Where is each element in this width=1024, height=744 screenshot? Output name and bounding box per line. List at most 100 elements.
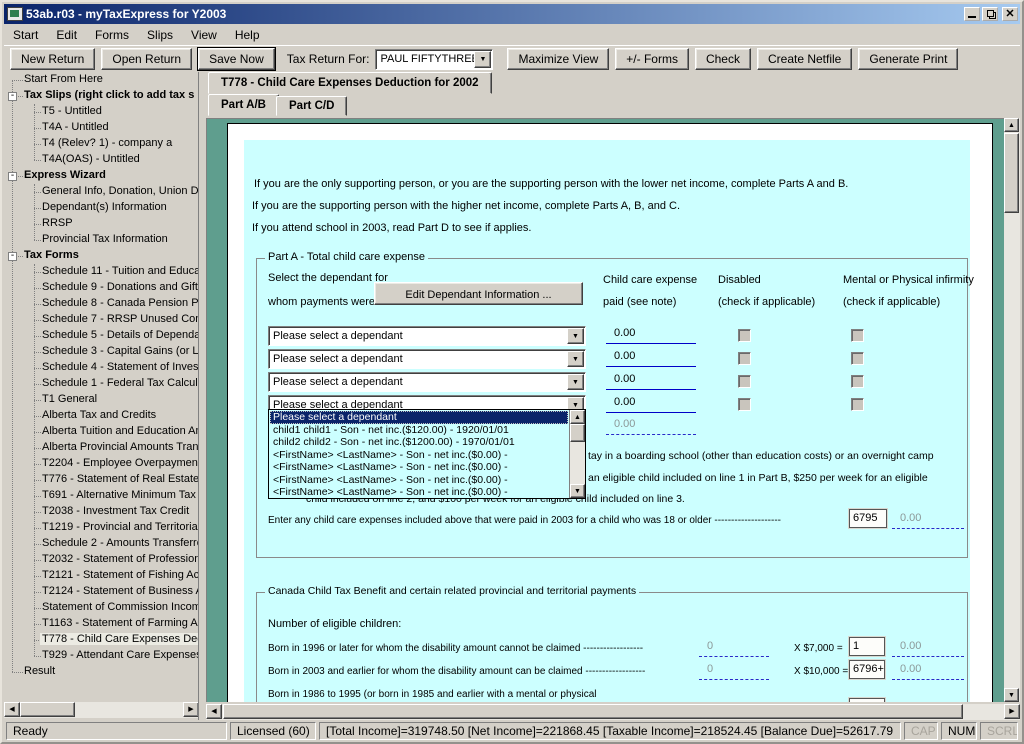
menu-forms[interactable]: Forms — [86, 26, 138, 44]
sidebar-item-label: General Info, Donation, Union Du — [42, 185, 199, 197]
dependant-option-list: Please select a dependantchild1 child1 -… — [270, 411, 568, 497]
sidebar-item[interactable]: -Express Wizard — [4, 168, 198, 184]
disabled-checkbox[interactable] — [738, 398, 751, 411]
chevron-down-icon[interactable]: ▼ — [567, 351, 584, 367]
col-disabled-header-2: (check if applicable) — [718, 296, 815, 308]
sidebar-item[interactable]: Start From Here — [4, 72, 198, 88]
sidebar-hscrollbar[interactable]: ◀ ▶ — [4, 702, 199, 718]
dependant-option[interactable]: Please select a dependant — [270, 411, 568, 424]
main-vscroll-thumb[interactable] — [1004, 133, 1019, 213]
dependant-option[interactable]: child1 child1 - Son - net inc.($120.00) … — [270, 424, 568, 437]
content-area: Start From Here-Tax Slips (right click t… — [4, 72, 1020, 720]
chevron-down-icon[interactable]: ▼ — [567, 328, 584, 344]
dependant-option[interactable]: child2 child2 - Son - net inc.($1200.00)… — [270, 436, 568, 449]
sidebar-hscroll-thumb[interactable] — [20, 702, 75, 717]
sidebar-item-label: T4A(OAS) - Untitled — [42, 153, 140, 165]
cctb-row1-count: 0 — [699, 640, 769, 657]
scroll-up-icon[interactable]: ▲ — [1004, 118, 1019, 132]
plus-minus-forms-button[interactable]: +/- Forms — [615, 48, 689, 70]
cctb-row2-count: 0 — [699, 663, 769, 680]
tree-collapse-icon[interactable]: - — [8, 172, 17, 181]
expense-amount[interactable]: 0.00 — [606, 373, 696, 390]
dependant-select[interactable]: Please select a dependant ▼ — [268, 326, 586, 346]
dependant-select-value: Please select a dependant — [273, 330, 403, 342]
tab-part-ab[interactable]: Part A/B — [208, 94, 279, 116]
menu-view[interactable]: View — [182, 26, 226, 44]
tab-t778[interactable]: T778 - Child Care Expenses Deduction for… — [208, 72, 492, 94]
new-return-button[interactable]: New Return — [10, 48, 95, 70]
dependant-option[interactable]: <FirstName> <LastName> - Son - net inc.(… — [270, 449, 568, 462]
expense-amount[interactable]: 0.00 — [606, 327, 696, 344]
t778-form: If you are the only supporting person, o… — [244, 140, 970, 702]
popup-scrollbar[interactable]: ▲ ▼ — [569, 410, 585, 498]
edit-dependant-button[interactable]: Edit Dependant Information ... — [374, 282, 583, 305]
scroll-right-icon[interactable]: ▶ — [183, 702, 199, 717]
minimize-button[interactable] — [964, 7, 980, 21]
menu-bar: Start Edit Forms Slips View Help — [4, 24, 1020, 46]
tree-collapse-icon[interactable]: - — [8, 252, 17, 261]
toolbar: New Return Open Return Save Now Tax Retu… — [4, 46, 1020, 72]
chevron-down-icon[interactable]: ▼ — [474, 51, 491, 68]
tree-collapse-icon[interactable]: - — [8, 92, 17, 101]
restore-button[interactable] — [982, 7, 998, 21]
disabled-checkbox[interactable] — [738, 375, 751, 388]
scroll-left-icon[interactable]: ◀ — [206, 704, 222, 719]
scroll-down-icon[interactable]: ▼ — [570, 484, 585, 498]
maximize-view-button[interactable]: Maximize View — [507, 48, 609, 70]
scroll-down-icon[interactable]: ▼ — [1004, 688, 1019, 702]
dependant-select[interactable]: Please select a dependant▼ — [268, 372, 586, 392]
generate-print-button[interactable]: Generate Print — [858, 48, 958, 70]
popup-scroll-thumb[interactable] — [570, 424, 585, 442]
infirmity-checkbox[interactable] — [851, 375, 864, 388]
dependant-option[interactable]: <FirstName> <LastName> - Son - net inc.(… — [270, 474, 568, 487]
menu-start[interactable]: Start — [4, 26, 47, 44]
infirmity-checkbox[interactable] — [851, 329, 864, 342]
taxpayer-select[interactable]: PAUL FIFTYTHREE▼ — [375, 49, 493, 70]
scroll-up-icon[interactable]: ▲ — [570, 410, 585, 424]
save-now-button[interactable]: Save Now — [198, 48, 275, 70]
infirmity-checkbox[interactable] — [851, 352, 864, 365]
dependant-select[interactable]: Please select a dependant▼ — [268, 349, 586, 369]
sidebar-item-label: T776 - Statement of Real Estate R — [42, 473, 199, 485]
create-netfile-button[interactable]: Create Netfile — [757, 48, 852, 70]
sidebar-item-label: Schedule 8 - Canada Pension Plan — [42, 297, 199, 309]
scroll-right-icon[interactable]: ▶ — [1004, 704, 1020, 719]
sidebar-item-label: T4 (Relev? 1) - company a — [42, 137, 172, 149]
intro-line-3: If you attend school in 2003, read Part … — [252, 222, 531, 234]
infirmity-checkbox[interactable] — [851, 398, 864, 411]
check-button[interactable]: Check — [695, 48, 751, 70]
expense-amount[interactable]: 0.00 — [606, 350, 696, 367]
cctb-row1-input[interactable]: 1 — [849, 637, 885, 656]
open-return-button[interactable]: Open Return — [101, 48, 192, 70]
disabled-checkbox[interactable] — [738, 352, 751, 365]
disabled-checkbox[interactable] — [738, 329, 751, 342]
menu-slips[interactable]: Slips — [138, 26, 182, 44]
dependant-option[interactable]: <FirstName> <LastName> - Son - net inc.(… — [270, 461, 568, 474]
main-hscroll-thumb[interactable] — [223, 704, 963, 719]
main-hscrollbar[interactable]: ◀ ▶ — [206, 704, 1020, 720]
scroll-left-icon[interactable]: ◀ — [4, 702, 20, 717]
close-button[interactable]: ✕ — [1002, 7, 1018, 21]
dependant-option[interactable]: <FirstName> <LastName> - Son - net inc.(… — [270, 486, 568, 497]
tab-part-cd[interactable]: Part C/D — [276, 96, 347, 116]
main-panel: T778 - Child Care Expenses Deduction for… — [206, 72, 1020, 720]
sidebar-item-label: Schedule 3 - Capital Gains (or Los — [42, 345, 199, 357]
line18-input[interactable]: 6795 — [849, 509, 887, 528]
menu-edit[interactable]: Edit — [47, 26, 86, 44]
cctb-row2-input[interactable]: 6796+ — [849, 660, 885, 679]
chevron-down-icon[interactable]: ▼ — [567, 374, 584, 390]
main-vscrollbar[interactable]: ▲ ▼ — [1004, 118, 1020, 702]
sidebar-item[interactable]: Result — [4, 664, 198, 680]
sidebar-item-label: Schedule 11 - Tuition and Educati — [42, 265, 199, 277]
sidebar-item[interactable]: -Tax Forms — [4, 248, 198, 264]
sidebar-item-label: Tax Forms — [24, 249, 79, 261]
taxpayer-value: PAUL FIFTYTHREE — [380, 53, 478, 65]
sidebar-item[interactable]: -Tax Slips (right click to add tax s — [4, 88, 198, 104]
part-a-legend: Part A - Total child care expense — [265, 251, 428, 263]
sidebar-item-label: T2121 - Statement of Fishing Acti — [42, 569, 199, 581]
sidebar-item-label: T2032 - Statement of Professiona — [42, 553, 199, 565]
menu-help[interactable]: Help — [226, 26, 269, 44]
cctb-row3-input[interactable] — [849, 698, 885, 702]
part-tab-strip: Part A/B Part C/D — [206, 94, 1020, 118]
expense-amount[interactable]: 0.00 — [606, 396, 696, 413]
